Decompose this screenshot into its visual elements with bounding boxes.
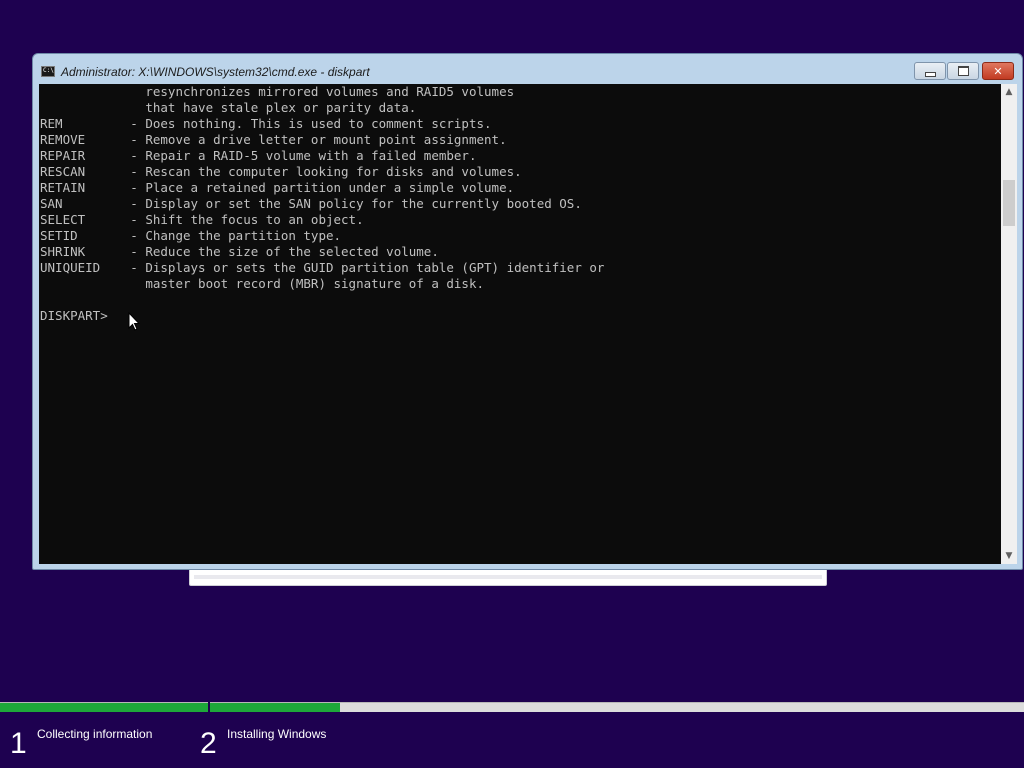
step-label-1: Collecting information <box>37 727 153 741</box>
cmd-icon: C:\ <box>41 66 55 77</box>
close-button[interactable]: ✕ <box>982 62 1014 80</box>
setup-dialog-edge <box>194 575 822 579</box>
minimize-button[interactable] <box>914 62 946 80</box>
progress-bar-installing <box>210 702 1024 712</box>
progress-fill-installing <box>210 703 341 712</box>
title-bar[interactable]: C:\ Administrator: X:\WINDOWS\system32\c… <box>33 54 1022 84</box>
step-number-1: 1 <box>10 727 27 760</box>
maximize-icon <box>957 66 969 76</box>
mouse-pointer-icon <box>128 312 140 331</box>
step-number-2: 2 <box>200 727 217 760</box>
scroll-thumb[interactable] <box>1003 180 1015 226</box>
scroll-down-arrow-icon[interactable]: ▼ <box>1001 548 1017 564</box>
vertical-scrollbar[interactable]: ▲ ▼ <box>1001 84 1017 564</box>
console-text: resynchronizes mirrored volumes and RAID… <box>40 84 605 323</box>
window-title: Administrator: X:\WINDOWS\system32\cmd.e… <box>61 65 370 79</box>
cmd-window[interactable]: C:\ Administrator: X:\WINDOWS\system32\c… <box>32 53 1023 570</box>
scroll-up-arrow-icon[interactable]: ▲ <box>1001 84 1017 100</box>
progress-bar-collecting <box>0 702 208 712</box>
console-output[interactable]: resynchronizes mirrored volumes and RAID… <box>39 84 1001 564</box>
progress-fill-collecting <box>0 703 208 712</box>
step-label-2: Installing Windows <box>227 727 327 741</box>
close-icon: ✕ <box>993 64 1003 78</box>
maximize-button[interactable] <box>947 62 979 80</box>
minimize-icon <box>924 71 936 77</box>
